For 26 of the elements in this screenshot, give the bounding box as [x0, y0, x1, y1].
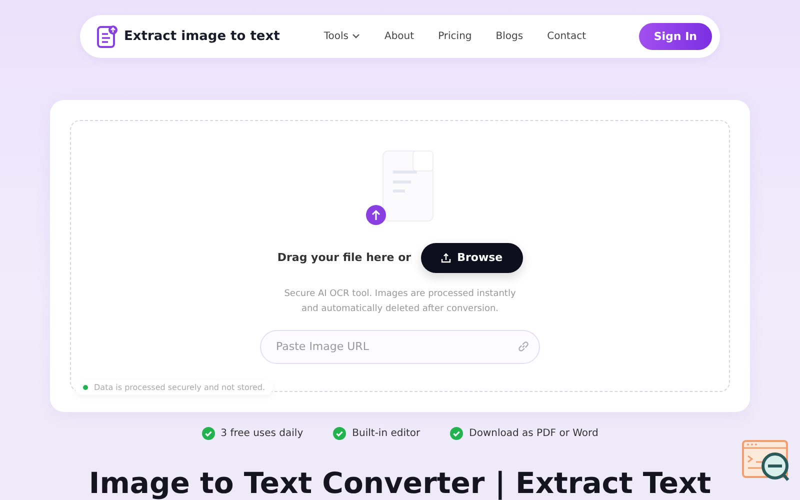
status-dot-icon — [83, 385, 88, 390]
url-input-field[interactable]: Paste Image URL — [260, 330, 540, 364]
link-icon — [517, 340, 530, 353]
upload-icon — [441, 252, 452, 263]
privacy-text: Data is processed securely and not stored. — [94, 383, 266, 392]
check-icon — [333, 427, 346, 440]
nav-link[interactable]: Blogs — [496, 30, 524, 42]
document-logo-icon[interactable] — [97, 24, 118, 48]
nav-link[interactable]: About — [384, 30, 414, 42]
tools-menu[interactable]: Tools — [324, 30, 360, 42]
check-icon — [202, 427, 215, 440]
feature-text: 3 free uses daily — [220, 428, 304, 439]
drop-zone[interactable]: Drag your file here or Browse Secure AI OCR tool. Images are processed instantly and automatically deleted after conversion. Paste Image URL Data is processed securely and not stored. — [70, 120, 730, 392]
nav-link[interactable]: Pricing — [438, 30, 472, 42]
search-document-icon[interactable] — [742, 440, 790, 484]
brand-name[interactable]: Extract image to text — [124, 28, 280, 44]
page-heading: Image to Text Converter | Extract Text — [88, 466, 712, 500]
security-note: Secure AI OCR tool. Images are processed instantly and automatically deleted after conversion. — [283, 288, 517, 316]
drag-instruction: Drag your file here or — [277, 251, 412, 264]
nav-link[interactable]: Contact — [547, 30, 586, 42]
chevron-down-icon — [352, 33, 360, 40]
feature-text: Built-in editor — [352, 428, 420, 439]
check-icon — [450, 427, 464, 440]
sign-in-button[interactable]: Sign In — [638, 22, 712, 50]
feature-text: Download as PDF or Word — [469, 428, 598, 439]
browse-button[interactable]: Browse — [421, 242, 523, 273]
